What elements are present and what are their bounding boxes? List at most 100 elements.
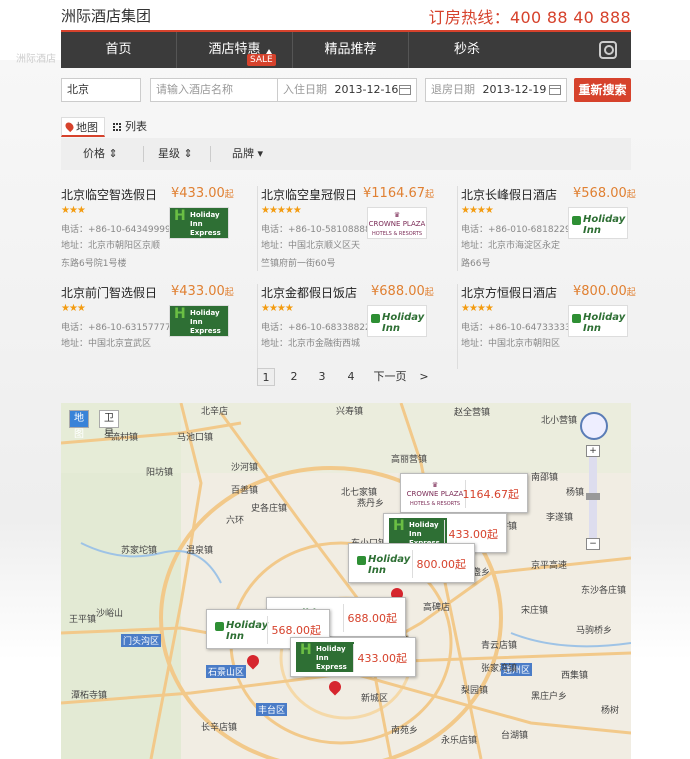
map-place-label: 张家湾镇 bbox=[481, 664, 518, 674]
map-card-logo: ♛ CROWNE PLAZA HOTELS & RESORTS bbox=[406, 478, 464, 508]
map-place-label: 沙河镇 bbox=[231, 463, 259, 473]
tab-list[interactable]: 列表 bbox=[113, 117, 153, 137]
hotel-phone: 电话：+86-10-58108888 bbox=[261, 225, 371, 235]
hotel-card[interactable]: 北京金都假日饭店 ¥688.00起 ★★★★ 电话：+86-10-68338822 地址… bbox=[261, 284, 456, 374]
map-place-label: 燕丹乡 bbox=[357, 499, 385, 509]
filter-price[interactable]: 价格 ⇕ bbox=[83, 138, 118, 170]
page-arrow[interactable]: > bbox=[417, 368, 431, 386]
search-button[interactable]: 重新搜索 bbox=[574, 78, 631, 102]
hotel-brand-logo[interactable]: Holiday Inn bbox=[568, 207, 628, 239]
filter-brand[interactable]: 品牌 ▾ bbox=[232, 138, 263, 170]
checkin-label: 入住日期 bbox=[283, 83, 327, 96]
hotel-name[interactable]: 北京临空智选假日 bbox=[61, 186, 157, 203]
map-type-satellite[interactable]: 卫星 bbox=[99, 410, 119, 440]
hotel-price-suffix: 起 bbox=[424, 288, 434, 298]
hotel-address: 地址：中国北京宣武区 bbox=[61, 339, 152, 349]
map-hotel-card[interactable]: ♛ CROWNE PLAZA HOTELS & RESORTS 1164.67起 bbox=[400, 473, 528, 513]
sale-badge: SALE bbox=[247, 54, 276, 66]
checkin-field[interactable]: 入住日期 2013-12-16 bbox=[277, 78, 417, 102]
filter-price-label: 价格 bbox=[83, 147, 105, 160]
hotel-phone: 电话：+86-010-68182299 bbox=[461, 225, 577, 235]
zoom-out-button[interactable]: − bbox=[586, 538, 600, 550]
hotel-brand-logo[interactable]: Holiday Inn bbox=[568, 305, 628, 337]
zoom-slider[interactable]: + − bbox=[586, 445, 600, 550]
user-login-icon[interactable] bbox=[599, 41, 617, 59]
city-input[interactable]: 北京 bbox=[61, 78, 141, 102]
zoom-thumb[interactable] bbox=[586, 493, 600, 500]
nav-home[interactable]: 首页 bbox=[61, 32, 177, 68]
page-2[interactable]: 2 bbox=[285, 368, 303, 386]
crowne-plaza-logo: ♛ CROWNE PLAZA HOTELS & RESORTS bbox=[406, 481, 464, 507]
map-place-label: 高碑店 bbox=[423, 603, 451, 613]
hotel-address: 地址：中国北京市朝阳区 bbox=[461, 339, 561, 349]
hotel-card[interactable]: 北京方恒假日酒店 ¥800.00起 ★★★★ 电话：+86-10-64733333 地址… bbox=[461, 284, 656, 374]
map-type-map[interactable]: 地图 bbox=[69, 410, 89, 440]
map-place-label: 流村镇 bbox=[111, 433, 139, 443]
card-divider bbox=[457, 186, 458, 271]
hotel-name[interactable]: 北京金都假日饭店 bbox=[261, 284, 357, 301]
map-place-label: 东沙各庄镇 bbox=[581, 586, 627, 596]
map-place-label: 永乐店镇 bbox=[441, 736, 478, 746]
hotel-card[interactable]: 北京临空智选假日 ¥433.00起 ★★★ 电话：+86-10-64349999 地址：… bbox=[61, 186, 256, 276]
page-4[interactable]: 4 bbox=[342, 368, 360, 386]
hotel-brand-logo[interactable]: Holiday InnExpress bbox=[169, 207, 229, 239]
holiday-inn-express-logo: Holiday InnExpress bbox=[170, 208, 228, 238]
hotel-brand-logo[interactable]: Holiday InnExpress bbox=[169, 305, 229, 337]
page-1[interactable]: 1 bbox=[257, 368, 275, 386]
nav-specials[interactable]: 酒店特惠 SALE bbox=[177, 32, 293, 68]
hotel-stars: ★★★★★ bbox=[261, 205, 302, 216]
hotel-stars: ★★★ bbox=[61, 205, 86, 216]
map-place-label: 百善镇 bbox=[231, 486, 259, 496]
header: 洲际酒店集团 订房热线：400 88 40 888 bbox=[61, 0, 631, 30]
hotel-address: 地址：北京市金融街西城 bbox=[261, 339, 361, 349]
next-page[interactable]: 下一页 bbox=[372, 368, 408, 386]
hotel-name[interactable]: 北京临空皇冠假日 bbox=[261, 186, 357, 203]
hotel-name[interactable]: 北京长峰假日酒店 bbox=[461, 186, 557, 203]
hotel-address: 地址：中国北京顺义区天 bbox=[261, 241, 361, 251]
hotel-price: ¥800.00起 bbox=[573, 284, 636, 299]
calendar-icon[interactable] bbox=[399, 85, 411, 95]
hotel-card[interactable]: 北京临空皇冠假日 ¥1164.67起 ★★★★★ 电话：+86-10-58108888… bbox=[261, 186, 456, 276]
map-place-label: 黑庄户乡 bbox=[531, 692, 568, 702]
hotel-name[interactable]: 北京方恒假日酒店 bbox=[461, 284, 557, 301]
hotel-card[interactable]: 北京前门智选假日 ¥433.00起 ★★★ 电话：+86-10-63157777 地址：… bbox=[61, 284, 256, 374]
map-hotel-card[interactable]: Holiday InnExpress433.00起 bbox=[290, 637, 416, 677]
checkout-field[interactable]: 退房日期 2013-12-19 bbox=[425, 78, 567, 102]
map-place-label: 台湖镇 bbox=[501, 731, 529, 741]
hotel-price-suffix: 起 bbox=[224, 288, 234, 298]
zoom-in-button[interactable]: + bbox=[586, 445, 600, 457]
filter-star[interactable]: 星级 ⇕ bbox=[158, 138, 193, 170]
holiday-inn-logo: Holiday Inn bbox=[212, 614, 270, 644]
hotel-phone: 电话：+86-10-64349999 bbox=[61, 225, 171, 235]
hotel-brand-logo[interactable]: Holiday Inn bbox=[367, 305, 427, 337]
map-card-logo: Holiday Inn bbox=[212, 614, 270, 644]
hotel-price-suffix: 起 bbox=[224, 190, 234, 200]
nav-flash-sale[interactable]: 秒杀 bbox=[409, 32, 525, 68]
brand-logo[interactable]: 洲际酒店集团 bbox=[61, 5, 151, 26]
tab-map[interactable]: 地图 bbox=[61, 117, 105, 137]
map-hotel-card[interactable]: Holiday Inn 800.00起 bbox=[348, 543, 475, 583]
map-card-divider bbox=[353, 644, 354, 672]
hotel-price-suffix: 起 bbox=[425, 190, 435, 200]
hotel-card[interactable]: 北京长峰假日酒店 ¥568.00起 ★★★★ 电话：+86-010-68182299 地… bbox=[461, 186, 656, 276]
filter-bar: 价格 ⇕ 星级 ⇕ 品牌 ▾ bbox=[61, 138, 631, 170]
filter-star-label: 星级 bbox=[158, 147, 180, 160]
hotel-price-value: ¥433.00 bbox=[171, 284, 225, 299]
map-place-label: 西集镇 bbox=[561, 671, 589, 681]
hotel-address-line2: 东路6号院1号楼 bbox=[61, 259, 127, 269]
filter-divider bbox=[210, 146, 211, 162]
map-place-label: 南苑乡 bbox=[391, 726, 419, 736]
nav-featured[interactable]: 精品推荐 bbox=[293, 32, 409, 68]
card-divider bbox=[257, 284, 258, 369]
hotel-price-value: ¥1164.67 bbox=[363, 186, 426, 201]
page-3[interactable]: 3 bbox=[313, 368, 331, 386]
map-card-price: 688.00起 bbox=[347, 612, 398, 625]
pan-control-icon[interactable] bbox=[580, 412, 608, 440]
calendar-icon[interactable] bbox=[549, 85, 561, 95]
map-card-price: 433.00起 bbox=[448, 528, 499, 541]
hotel-name[interactable]: 北京前门智选假日 bbox=[61, 284, 157, 301]
map-pin-icon bbox=[63, 120, 76, 133]
hotel-map[interactable]: 地图 卫星 + − 北辛店 兴寿镇 赵全营镇 北小营镇 流村镇 马池口镇 阳坊镇 沙河镇 高丽营… bbox=[61, 403, 631, 759]
map-card-price: 433.00起 bbox=[357, 652, 408, 665]
hotel-brand-logo[interactable]: ♛ CROWNE PLAZA HOTELS & RESORTS bbox=[367, 207, 427, 239]
